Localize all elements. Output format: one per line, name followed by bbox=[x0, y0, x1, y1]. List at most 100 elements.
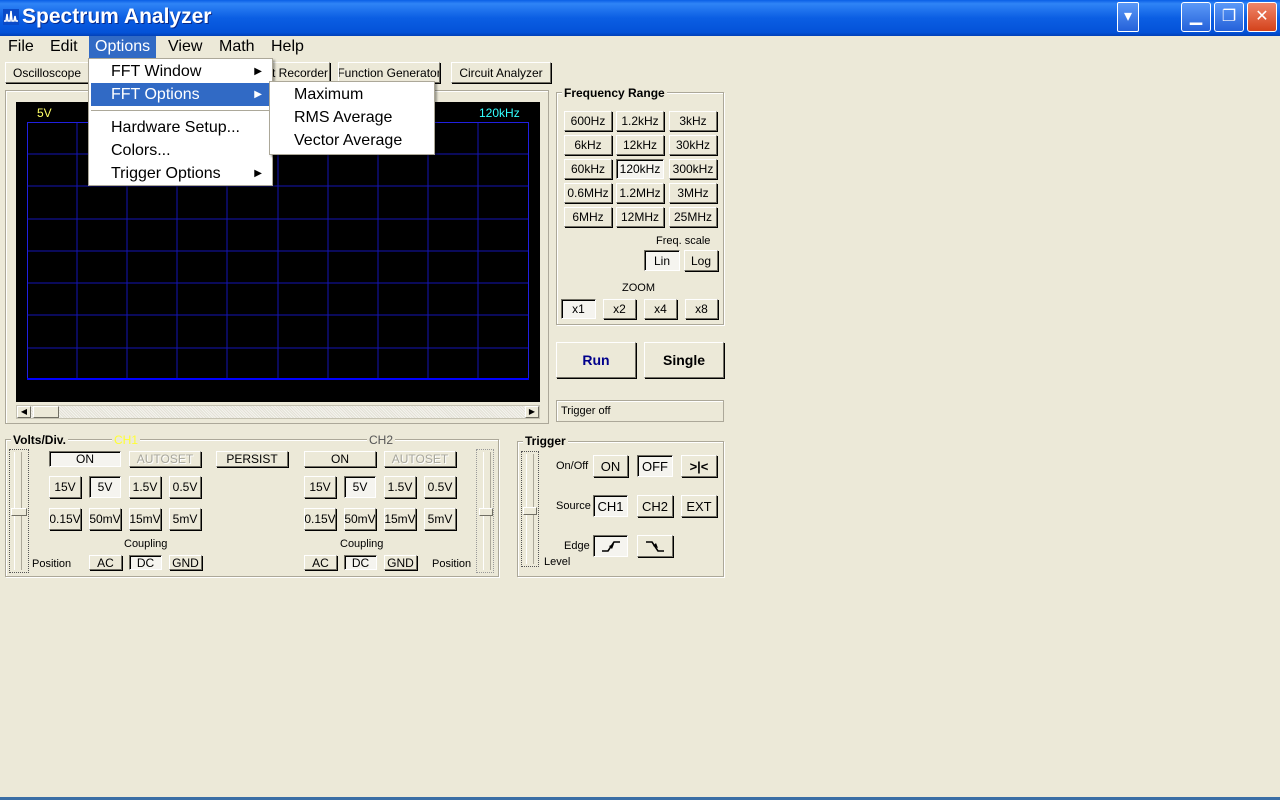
ch1-volts-button[interactable]: 0.15V bbox=[49, 508, 81, 530]
freq-button[interactable]: 6MHz bbox=[564, 207, 612, 227]
fft-options-label: FFT Options bbox=[111, 86, 200, 103]
ch1-volts-button[interactable]: 0.5V bbox=[169, 476, 201, 498]
menu-help[interactable]: Help bbox=[265, 36, 310, 58]
ch1-volts-button[interactable]: 5mV bbox=[169, 508, 201, 530]
menu-item-rms-average[interactable]: RMS Average bbox=[272, 106, 432, 129]
system-menu-icon[interactable]: ▾ bbox=[1117, 2, 1139, 32]
ch1-volts-button[interactable]: 15V bbox=[49, 476, 81, 498]
ch2-ac-button[interactable]: AC bbox=[304, 555, 337, 570]
freq-button[interactable]: 0.6MHz bbox=[564, 183, 612, 203]
menu-item-fft-window[interactable]: FFT Window ▶ bbox=[91, 60, 270, 83]
freq-button[interactable]: 3kHz bbox=[669, 111, 717, 131]
ch1-on-button[interactable]: ON bbox=[49, 451, 121, 467]
recorder-button[interactable]: t Recorder bbox=[270, 62, 330, 83]
ch2-volts-button[interactable]: 5mV bbox=[424, 508, 456, 530]
zoom-x8-button[interactable]: x8 bbox=[685, 299, 718, 319]
trigger-level-thumb[interactable] bbox=[523, 507, 537, 515]
freq-button[interactable]: 300kHz bbox=[669, 159, 717, 179]
menu-item-colors[interactable]: Colors... bbox=[91, 139, 270, 162]
rising-edge-icon bbox=[601, 541, 620, 552]
menu-options[interactable]: Options bbox=[89, 36, 157, 58]
falling-edge-button[interactable] bbox=[637, 535, 673, 557]
ch2-volts-button[interactable]: 1.5V bbox=[384, 476, 416, 498]
ch1-volts-button[interactable]: 5V bbox=[89, 476, 121, 498]
freq-button[interactable]: 1.2MHz bbox=[616, 183, 664, 203]
scroll-thumb[interactable] bbox=[33, 406, 59, 418]
maximize-button[interactable]: ❐ bbox=[1214, 2, 1244, 32]
freq-button[interactable]: 1.2kHz bbox=[616, 111, 664, 131]
menu-item-hardware-setup[interactable]: Hardware Setup... bbox=[91, 116, 270, 139]
trigger-source-label: Source bbox=[556, 500, 591, 512]
log-scale-button[interactable]: Log bbox=[684, 250, 718, 271]
freq-button[interactable]: 25MHz bbox=[669, 207, 717, 227]
menu-view[interactable]: View bbox=[162, 36, 208, 58]
trigger-off-button[interactable]: OFF bbox=[637, 455, 673, 477]
menu-item-vector-average[interactable]: Vector Average bbox=[272, 129, 432, 152]
hardware-setup-label: Hardware Setup... bbox=[111, 119, 240, 136]
ch2-on-button[interactable]: ON bbox=[304, 451, 376, 467]
ch2-volts-button[interactable]: 50mV bbox=[344, 508, 376, 530]
menu-edit[interactable]: Edit bbox=[44, 36, 84, 58]
trigger-source-ext-button[interactable]: EXT bbox=[681, 495, 717, 517]
ch2-volts-button[interactable]: 15mV bbox=[384, 508, 416, 530]
ch2-dc-button[interactable]: DC bbox=[344, 555, 377, 570]
ch1-position-thumb[interactable] bbox=[11, 508, 27, 516]
ch2-volts-button[interactable]: 0.15V bbox=[304, 508, 336, 530]
menu-item-fft-options[interactable]: FFT Options ▶ bbox=[91, 83, 270, 106]
ch1-volts-button[interactable]: 50mV bbox=[89, 508, 121, 530]
ch2-position-thumb[interactable] bbox=[479, 508, 493, 516]
ch1-dc-button[interactable]: DC bbox=[129, 555, 162, 570]
ch1-position-label: Position bbox=[32, 558, 72, 570]
freq-button[interactable]: 3MHz bbox=[669, 183, 717, 203]
menu-file[interactable]: File bbox=[2, 36, 40, 58]
ch2-gnd-button[interactable]: GND bbox=[384, 555, 417, 570]
ch1-autoset-button[interactable]: AUTOSET bbox=[129, 451, 201, 467]
menu-item-trigger-options[interactable]: Trigger Options ▶ bbox=[91, 162, 270, 185]
ch1-coupling-label: Coupling bbox=[124, 538, 168, 550]
close-button[interactable]: ✕ bbox=[1247, 2, 1277, 32]
ch1-volts-button[interactable]: 1.5V bbox=[129, 476, 161, 498]
zoom-x1-button[interactable]: x1 bbox=[561, 299, 596, 319]
display-scrollbar[interactable]: ◀ ▶ bbox=[16, 405, 540, 419]
fft-options-submenu: Maximum RMS Average Vector Average bbox=[269, 81, 435, 155]
persist-button[interactable]: PERSIST bbox=[216, 451, 288, 467]
zoom-x2-button[interactable]: x2 bbox=[603, 299, 636, 319]
ch2-volts-button[interactable]: 5V bbox=[344, 476, 376, 498]
ch1-volts-button[interactable]: 15mV bbox=[129, 508, 161, 530]
title-bar: Spectrum Analyzer ▾ ▁ ❐ ✕ bbox=[0, 0, 1280, 36]
menu-math[interactable]: Math bbox=[213, 36, 261, 58]
function-generator-button[interactable]: Function Generator bbox=[338, 62, 440, 83]
freq-button[interactable]: 60kHz bbox=[564, 159, 612, 179]
run-button[interactable]: Run bbox=[556, 342, 636, 378]
ch1-gnd-button[interactable]: GND bbox=[169, 555, 202, 570]
oscilloscope-button[interactable]: Oscilloscope bbox=[5, 62, 89, 83]
freq-button[interactable]: 120kHz bbox=[616, 159, 664, 179]
minimize-button[interactable]: ▁ bbox=[1181, 2, 1211, 32]
freq-button[interactable]: 12kHz bbox=[616, 135, 664, 155]
trigger-center-button[interactable]: >|< bbox=[681, 455, 717, 477]
freq-button[interactable]: 600Hz bbox=[564, 111, 612, 131]
trigger-source-ch2-button[interactable]: CH2 bbox=[637, 495, 673, 517]
lin-scale-button[interactable]: Lin bbox=[644, 250, 680, 271]
zoom-x4-button[interactable]: x4 bbox=[644, 299, 677, 319]
ch2-volts-button[interactable]: 0.5V bbox=[424, 476, 456, 498]
trigger-on-button[interactable]: ON bbox=[593, 455, 628, 477]
freq-button[interactable]: 12MHz bbox=[616, 207, 664, 227]
ch2-volts-button[interactable]: 15V bbox=[304, 476, 336, 498]
trigger-options-label: Trigger Options bbox=[111, 165, 221, 182]
single-button[interactable]: Single bbox=[644, 342, 724, 378]
freq-button[interactable]: 30kHz bbox=[669, 135, 717, 155]
trigger-source-ch1-button[interactable]: CH1 bbox=[593, 495, 628, 517]
circuit-analyzer-button[interactable]: Circuit Analyzer bbox=[451, 62, 551, 83]
scroll-left-icon[interactable]: ◀ bbox=[17, 406, 31, 418]
trigger-level-label: Level bbox=[544, 556, 571, 568]
freq-button[interactable]: 6kHz bbox=[564, 135, 612, 155]
ch1-ac-button[interactable]: AC bbox=[89, 555, 122, 570]
ch2-autoset-button[interactable]: AUTOSET bbox=[384, 451, 456, 467]
menu-item-maximum[interactable]: Maximum bbox=[272, 83, 432, 106]
scroll-right-icon[interactable]: ▶ bbox=[525, 406, 539, 418]
window-title: Spectrum Analyzer bbox=[22, 5, 212, 28]
trigger-onoff-label: On/Off bbox=[556, 460, 589, 472]
volts-div-title: Volts/Div. bbox=[11, 433, 68, 447]
rising-edge-button[interactable] bbox=[593, 535, 628, 557]
